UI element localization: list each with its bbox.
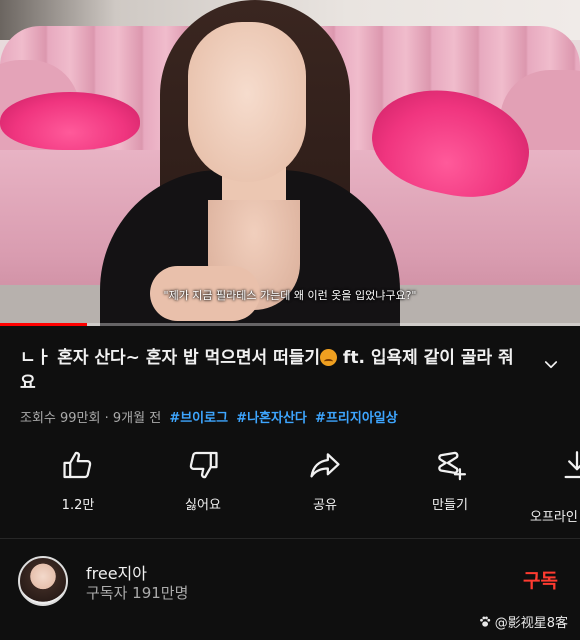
section-divider xyxy=(0,538,580,539)
create-label: 만들기 xyxy=(432,498,468,513)
hashtag-link[interactable]: #브이로그 xyxy=(169,411,228,426)
chevron-down-icon[interactable] xyxy=(542,356,560,374)
video-player[interactable]: "제가 지금 필라테스 가는데 왜 이런 옷을 입었냐구요?" xyxy=(0,0,580,326)
thumbs-down-icon xyxy=(189,451,218,479)
share-icon xyxy=(310,453,340,478)
download-label: 오프라인 xyxy=(530,510,578,525)
share-label: 공유 xyxy=(313,498,337,513)
channel-row[interactable]: free지아 구독자 191만명 구독 xyxy=(0,548,580,618)
video-title-text-before: ㄴㅏ 혼자 산다~ 혼자 밥 먹으면서 떠들기 xyxy=(20,348,320,368)
like-count: 1.2만 xyxy=(61,498,95,513)
hashtag-link[interactable]: #프리지아일상 xyxy=(315,411,398,426)
confounded-face-emoji-icon xyxy=(320,349,337,366)
subscribe-button[interactable]: 구독 xyxy=(523,566,558,593)
person-face xyxy=(188,22,306,182)
shell-pillow-left xyxy=(0,92,140,150)
progress-bar-fill xyxy=(0,323,87,326)
video-title-row[interactable]: ㄴㅏ 혼자 산다~ 혼자 밥 먹으면서 떠들기 ft. 입욕제 같이 골라 줘요 xyxy=(20,346,560,396)
video-subtitle: "제가 지금 필라테스 가는데 왜 이런 옷을 입었냐구요?" xyxy=(163,289,417,302)
create-button[interactable]: 만들기 xyxy=(410,448,490,513)
download-button[interactable]: 오프라인 xyxy=(530,448,580,525)
watermark: @影视星8客 xyxy=(478,612,568,631)
upload-age: 9개월 전 xyxy=(112,411,162,426)
action-bar: 1.2만 싫어요 공유 만들기 오프라인 xyxy=(0,448,580,528)
like-button[interactable]: 1.2만 xyxy=(38,448,118,513)
channel-avatar[interactable] xyxy=(18,556,68,606)
watermark-text: @影视星8客 xyxy=(494,616,568,631)
share-button[interactable]: 공유 xyxy=(285,448,365,513)
subscriber-count: 구독자 191만명 xyxy=(86,584,189,602)
progress-bar[interactable] xyxy=(0,323,580,326)
video-meta: 조회수 99만회 · 9개월 전 #브이로그 #나혼자산다 #프리지아일상 xyxy=(20,407,398,426)
thumbs-up-icon xyxy=(63,451,92,479)
dislike-button[interactable]: 싫어요 xyxy=(163,448,243,513)
dislike-label: 싫어요 xyxy=(185,498,221,513)
create-icon xyxy=(438,451,467,481)
meta-separator: · xyxy=(100,411,113,426)
download-icon xyxy=(564,451,580,479)
view-count: 조회수 99만회 xyxy=(20,411,101,426)
channel-name[interactable]: free지아 xyxy=(86,560,147,584)
hashtag-link[interactable]: #나혼자산다 xyxy=(236,411,307,426)
paw-icon xyxy=(479,616,490,627)
video-title: ㄴㅏ 혼자 산다~ 혼자 밥 먹으면서 떠들기 ft. 입욕제 같이 골라 줘요 xyxy=(20,346,520,396)
